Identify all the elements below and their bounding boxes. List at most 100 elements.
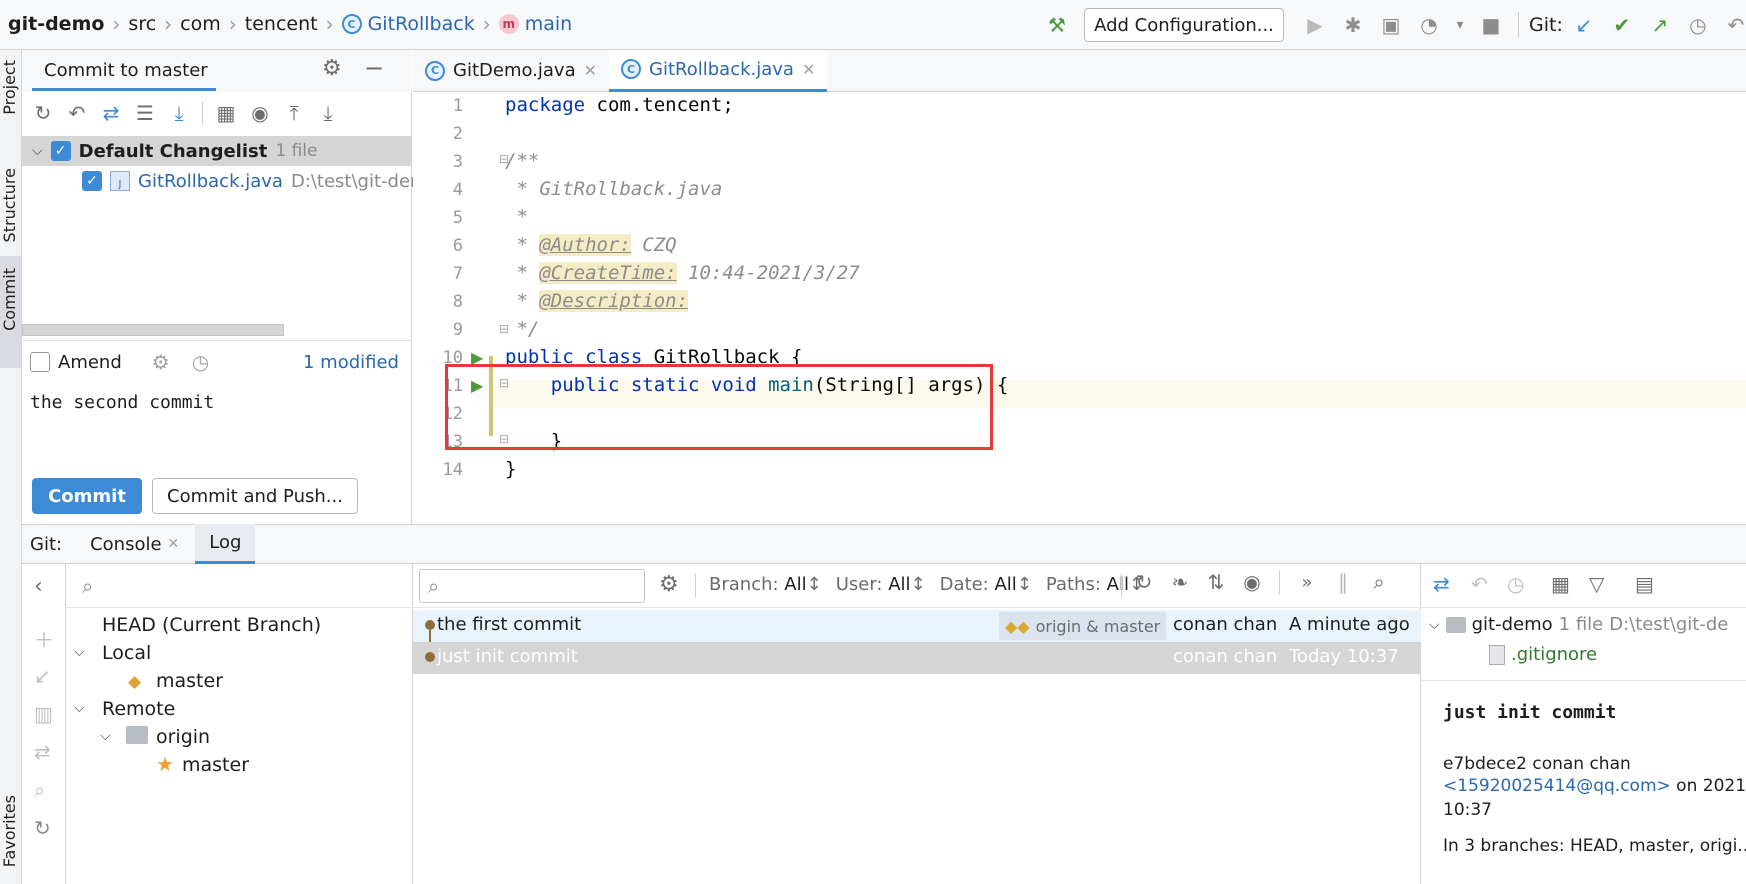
eye-icon[interactable]: ◉ — [245, 101, 275, 125]
search-icon[interactable]: ⌕ — [1364, 570, 1394, 594]
close-icon[interactable]: ✕ — [802, 60, 815, 79]
run-icon[interactable]: ▶ — [1298, 13, 1332, 37]
branch-group-local[interactable]: Local — [102, 642, 151, 664]
rollback-icon[interactable]: ↶ — [1719, 13, 1746, 37]
refresh-icon[interactable]: ↻ — [34, 816, 51, 840]
gear-icon[interactable]: ⚙ — [659, 572, 679, 597]
add-configuration-button[interactable]: Add Configuration... — [1084, 8, 1284, 42]
breadcrumb-src[interactable]: src — [128, 13, 156, 35]
breadcrumb-class[interactable]: GitRollback — [368, 13, 475, 35]
git-commit-check-icon[interactable]: ✔ — [1605, 13, 1639, 37]
tool-window-commit[interactable]: Commit — [0, 268, 19, 331]
filter-icon[interactable]: ▽ — [1589, 572, 1604, 596]
tab-gitdemo[interactable]: C GitDemo.java ✕ — [413, 50, 609, 92]
tool-window-project[interactable]: Project — [0, 60, 19, 115]
amend-label[interactable]: Amend — [58, 352, 122, 373]
refresh-icon[interactable]: ↻ — [28, 101, 58, 125]
amend-checkbox[interactable] — [30, 352, 50, 372]
code-editor[interactable]: 1 2 3 4 5 6 7 8 9 10 11 12 13 14 ⊟ ⊟ ⊟ ⊟… — [413, 92, 1746, 524]
group-by-icon[interactable]: ▦ — [211, 101, 241, 125]
eye-icon[interactable]: ◉ — [1237, 570, 1267, 594]
horizontal-scrollbar[interactable] — [22, 324, 284, 336]
commit-button[interactable]: Commit — [32, 478, 142, 514]
download-icon[interactable]: ⤓ — [164, 101, 194, 125]
commit-author: conan chan — [1173, 614, 1278, 635]
history-clock-icon[interactable]: ◷ — [1507, 572, 1524, 596]
log-row-selected[interactable]: just init commit conan chan Today 10:37 — [413, 642, 1421, 674]
sort-icon[interactable]: ⇅ — [1201, 570, 1231, 594]
debug-icon[interactable]: ✱ — [1336, 13, 1370, 37]
cherry-pick-icon[interactable]: ❧ — [1165, 570, 1195, 594]
branch-group-remote[interactable]: Remote — [102, 698, 175, 720]
layout-icon[interactable]: ▤ — [1635, 572, 1654, 596]
branch-remote-origin[interactable]: origin — [156, 726, 210, 748]
changelist-icon[interactable]: ☰ — [130, 101, 160, 125]
user-filter[interactable]: User: All↕ — [836, 574, 926, 595]
tool-window-structure[interactable]: Structure — [0, 168, 19, 242]
close-icon[interactable]: ✕ — [168, 536, 180, 552]
tab-gitrollback[interactable]: C GitRollback.java ✕ — [609, 49, 828, 92]
history-clock-icon[interactable]: ◷ — [1681, 13, 1715, 37]
date-filter[interactable]: Date: All↕ — [940, 574, 1032, 595]
diff-icon[interactable]: ⇄ — [96, 101, 126, 125]
minimize-icon[interactable]: − — [364, 54, 384, 82]
branch-head[interactable]: HEAD (Current Branch) — [102, 614, 321, 636]
chevron-down-icon[interactable]: ⌵ — [32, 143, 43, 159]
chevron-down-icon[interactable]: ⌵ — [74, 644, 85, 660]
compare-icon[interactable]: ⇄ — [34, 740, 51, 764]
pause-icon[interactable]: ‖ — [1328, 570, 1358, 594]
changed-file-row[interactable]: ✓ J GitRollback.java D:\test\git-der — [82, 166, 417, 196]
active-tab-underline — [32, 88, 216, 91]
details-email-link[interactable]: <15920025414@qq.com> — [1443, 776, 1671, 796]
modified-count-link[interactable]: 1 modified — [303, 352, 399, 373]
changelist-checkbox[interactable]: ✓ — [50, 141, 71, 161]
breadcrumb-method[interactable]: main — [525, 13, 572, 35]
coverage-icon[interactable]: ▣ — [1374, 13, 1408, 37]
branch-filter[interactable]: Branch: All↕ — [709, 574, 822, 595]
chevron-down-icon[interactable]: ⌵ — [100, 728, 111, 744]
log-search-input[interactable]: ⌕ — [419, 569, 645, 603]
search-icon[interactable]: ⌕ — [82, 574, 93, 598]
tab-console[interactable]: Console — [90, 534, 161, 555]
breadcrumb-tencent[interactable]: tencent — [245, 13, 318, 35]
expand-all-icon[interactable]: ⤒ — [279, 101, 309, 125]
details-repo-row[interactable]: ⌵ git-demo 1 file D:\test\git-de — [1429, 614, 1728, 635]
breadcrumb-project[interactable]: git-demo — [8, 13, 104, 35]
branch-local-master[interactable]: master — [156, 670, 223, 692]
tool-window-favorites[interactable]: Favorites — [0, 795, 19, 867]
rollback-icon[interactable]: ↶ — [62, 101, 92, 125]
changelist-row[interactable]: ⌵ ✓ Default Changelist 1 file — [22, 136, 412, 166]
log-row[interactable]: the first commit ◆◆ origin & master cona… — [413, 610, 1421, 666]
commit-message-input[interactable]: the second commit — [30, 392, 214, 413]
chevron-down-icon[interactable]: ⌵ — [74, 700, 85, 716]
git-push-icon[interactable]: ↗ — [1643, 13, 1677, 37]
add-icon[interactable]: ＋ — [34, 624, 54, 653]
git-update-icon[interactable]: ↙ — [1567, 13, 1601, 37]
build-hammer-icon[interactable]: ⚒ — [1040, 13, 1074, 37]
refresh-icon[interactable]: ↻ — [1129, 570, 1159, 594]
gear-icon[interactable]: ⚙ — [322, 56, 342, 81]
close-icon[interactable]: ✕ — [584, 61, 597, 80]
file-checkbox[interactable]: ✓ — [82, 171, 102, 191]
search-icon[interactable]: ⌕ — [34, 778, 45, 802]
details-file-row[interactable]: .gitignore — [1489, 644, 1597, 665]
rollback-icon[interactable]: ↶ — [1471, 572, 1488, 596]
chevron-down-icon[interactable]: ▾ — [1450, 17, 1470, 33]
commit-and-push-button[interactable]: Commit and Push... — [152, 478, 358, 514]
delete-icon[interactable]: ▥ — [34, 702, 53, 726]
more-icon[interactable]: » — [1292, 572, 1322, 593]
collapse-all-icon[interactable]: ⤓ — [313, 101, 343, 125]
group-by-icon[interactable]: ▦ — [1551, 572, 1570, 596]
breadcrumb-com[interactable]: com — [180, 13, 221, 35]
branch-remote-master[interactable]: master — [182, 754, 249, 776]
diff-icon[interactable]: ⇄ — [1433, 572, 1450, 596]
stop-icon[interactable]: ■ — [1474, 13, 1508, 37]
chevron-left-icon[interactable]: ‹ — [34, 574, 43, 599]
chevron-down-icon[interactable]: ⌵ — [1429, 617, 1440, 633]
code-line-8: * @Description: — [505, 290, 689, 312]
profile-icon[interactable]: ◔ — [1412, 13, 1446, 37]
checkout-icon[interactable]: ↙ — [34, 664, 51, 688]
history-clock-icon[interactable]: ◷ — [192, 350, 209, 374]
gear-icon[interactable]: ⚙ — [152, 350, 170, 374]
tab-log[interactable]: Log — [195, 524, 256, 564]
